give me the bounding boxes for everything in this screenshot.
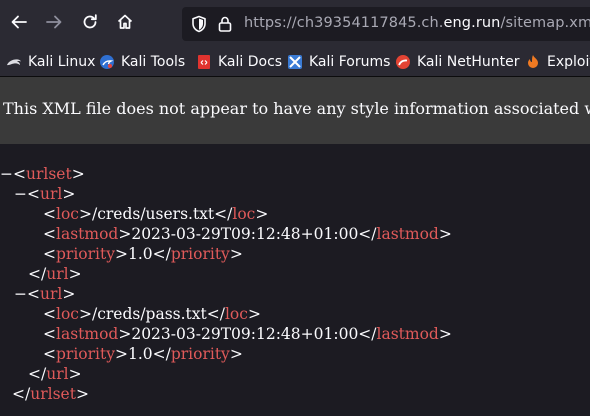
xml-text-value: >1.0</ <box>114 345 171 363</box>
kali-forums-icon <box>287 54 303 70</box>
kali-docs-icon <box>196 54 212 70</box>
xml-tag-name: priority <box>56 345 115 363</box>
kali-tools-icon <box>99 54 115 70</box>
xml-loc-element: <loc>/creds/pass.txt</loc> <box>43 305 261 323</box>
forward-arrow-icon <box>45 13 63 35</box>
reload-button[interactable] <box>75 9 105 39</box>
home-icon <box>116 13 134 35</box>
back-button[interactable] <box>4 9 34 39</box>
xml-style-info-banner: This XML file does not appear to have an… <box>0 77 590 144</box>
reload-icon <box>81 13 99 35</box>
xml-tag-name: url <box>46 365 69 383</box>
xml-loc-element: <loc>/creds/users.txt</loc> <box>43 205 269 223</box>
url-text[interactable]: https://ch39354117845.ch.eng.run/sitemap… <box>244 15 590 31</box>
xml-url-open: −<url> <box>14 285 76 303</box>
xml-tag-name: lastmod <box>376 225 439 243</box>
bookmark-exploit[interactable]: Exploit <box>525 52 590 72</box>
xml-text-value: >/creds/users.txt</ <box>78 205 233 223</box>
bookmark-label: Exploit <box>547 54 590 70</box>
xml-text-value: >/creds/pass.txt</ <box>78 305 225 323</box>
back-arrow-icon <box>10 13 28 35</box>
xml-priority-element: <priority>1.0</priority> <box>43 245 243 263</box>
xml-tag-name: lastmod <box>376 325 439 343</box>
forward-button[interactable] <box>39 9 69 39</box>
xml-tag-name: lastmod <box>56 225 119 243</box>
bookmark-label: Kali Forums <box>309 54 391 70</box>
xml-tag-name: priority <box>170 345 230 363</box>
home-button[interactable] <box>110 9 140 39</box>
xml-tag-name: loc <box>232 205 256 223</box>
xml-tag-name: urlset <box>30 385 76 403</box>
bookmark-label: Kali Tools <box>121 54 186 70</box>
navigation-toolbar: https://ch39354117845.ch.eng.run/sitemap… <box>0 0 590 48</box>
xml-text-value: >1.0</ <box>114 245 171 263</box>
kali-dragon-icon <box>6 54 22 70</box>
address-bar[interactable]: https://ch39354117845.ch.eng.run/sitemap… <box>182 7 590 41</box>
collapse-toggle[interactable]: − <box>14 185 27 203</box>
lock-icon[interactable] <box>216 15 234 33</box>
xml-tag-name: priority <box>170 245 230 263</box>
xml-style-info-text: This XML file does not appear to have an… <box>3 99 590 118</box>
bookmark-kali-nethunter[interactable]: Kali NetHunter <box>395 52 519 72</box>
bookmark-label: Kali Linux <box>28 54 96 70</box>
bookmark-kali-docs[interactable]: Kali Docs <box>196 52 282 72</box>
url-domain: eng.run <box>443 15 501 31</box>
xml-urlset-open: −<urlset> <box>0 165 85 183</box>
tracking-protection-shield-icon[interactable] <box>190 15 208 33</box>
bookmarks-toolbar: Kali Linux Kali Tools Kali Docs Kali For… <box>0 48 590 77</box>
xml-text-value: >2023-03-29T09:12:48+01:00</ <box>118 325 377 343</box>
collapse-toggle[interactable]: − <box>0 165 13 183</box>
bookmark-kali-forums[interactable]: Kali Forums <box>287 52 390 72</box>
xml-lastmod-element: <lastmod>2023-03-29T09:12:48+01:00</last… <box>43 225 452 243</box>
xml-tree-viewer: −<urlset> −<url> <loc>/creds/users.txt</… <box>0 144 590 416</box>
bookmark-label: Kali NetHunter <box>417 54 520 70</box>
exploit-db-icon <box>525 54 541 70</box>
xml-tag-name: urlset <box>26 165 72 183</box>
xml-tag-name: priority <box>56 245 115 263</box>
bookmark-kali-tools[interactable]: Kali Tools <box>99 52 185 72</box>
xml-tag-name: loc <box>224 305 248 323</box>
xml-url-close: </url> <box>28 265 82 283</box>
xml-text-value: >2023-03-29T09:12:48+01:00</ <box>118 225 377 243</box>
url-prefix: https://ch39354117845.ch. <box>244 15 444 31</box>
xml-tag-name: url <box>46 265 69 283</box>
xml-lastmod-element: <lastmod>2023-03-29T09:12:48+01:00</last… <box>43 325 452 343</box>
xml-tag-name: url <box>40 285 63 303</box>
xml-urlset-close: </urlset> <box>12 385 89 403</box>
xml-tag-name: loc <box>56 305 79 323</box>
xml-priority-element: <priority>1.0</priority> <box>43 345 243 363</box>
xml-tag-name: url <box>40 185 63 203</box>
bookmark-label: Kali Docs <box>218 54 283 70</box>
url-path: /sitemap.xml <box>500 15 590 31</box>
collapse-toggle[interactable]: − <box>14 285 27 303</box>
xml-url-open: −<url> <box>14 185 76 203</box>
kali-nethunter-icon <box>395 54 411 70</box>
xml-tag-name: lastmod <box>56 325 119 343</box>
xml-tag-name: loc <box>56 205 79 223</box>
xml-url-close: </url> <box>28 365 82 383</box>
bookmark-kali-linux[interactable]: Kali Linux <box>6 52 95 72</box>
